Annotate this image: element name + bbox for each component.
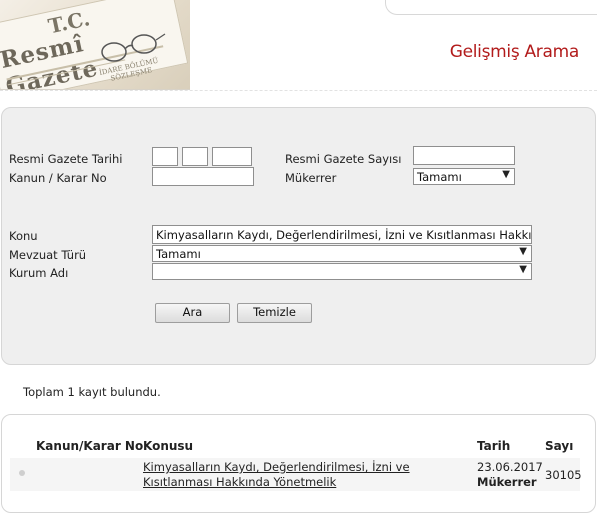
date-year-input[interactable]	[212, 147, 252, 166]
gazete-tarihi-label: Resmi Gazete Tarihi	[9, 152, 123, 166]
chevron-down-icon: ▼	[519, 264, 527, 275]
konu-label: Konu	[9, 229, 38, 243]
result-sayi: 30105	[545, 468, 582, 482]
result-title-link[interactable]: Kimyasalların Kaydı, Değerlendirilmesi, …	[143, 460, 468, 490]
column-header-kanun-karar-no: Kanun/Karar No	[36, 439, 144, 453]
kurum-adi-select[interactable]: ▼	[152, 263, 532, 280]
column-header-tarih: Tarih	[477, 439, 511, 453]
mevzuat-turu-select[interactable]: Tamamı ▼	[152, 245, 532, 262]
date-day-input[interactable]	[152, 147, 178, 166]
page-header: T.C. Resmî Gazete İDARE BÖLÜMÜ SÖZLEŞME …	[0, 0, 597, 90]
header-divider	[0, 90, 597, 91]
search-button[interactable]: Ara	[155, 303, 230, 323]
column-header-sayi: Sayı	[545, 439, 574, 453]
chevron-down-icon: ▼	[502, 169, 510, 180]
kanun-karar-no-input[interactable]	[152, 167, 254, 186]
result-date: 23.06.2017	[477, 460, 543, 474]
page-title: Gelişmiş Arama	[449, 42, 580, 62]
kanun-karar-no-label: Kanun / Karar No	[9, 171, 107, 185]
clear-button[interactable]: Temizle	[237, 303, 312, 323]
mukerrer-label: Mükerrer	[285, 171, 337, 185]
konu-input[interactable]: Kimyasalların Kaydı, Değerlendirilmesi, …	[152, 225, 532, 244]
result-count-text: Toplam 1 kayıt bulundu.	[23, 385, 161, 399]
gazete-sayisi-label: Resmi Gazete Sayısı	[285, 152, 402, 166]
glasses-icon	[101, 33, 166, 62]
mevzuat-turu-select-value: Tamamı	[156, 247, 201, 261]
chevron-down-icon: ▼	[519, 246, 527, 257]
mukerrer-select[interactable]: Tamamı ▼	[413, 168, 515, 185]
header-tab-decoration	[385, 0, 597, 15]
column-header-konusu: Konusu	[143, 439, 194, 453]
mevzuat-turu-label: Mevzuat Türü	[9, 248, 87, 262]
date-month-input[interactable]	[182, 147, 208, 166]
row-bullet-icon	[19, 470, 25, 476]
kurum-adi-label: Kurum Adı	[9, 266, 69, 280]
gazete-sayisi-input[interactable]	[413, 146, 515, 165]
resmi-gazete-banner-image: T.C. Resmî Gazete İDARE BÖLÜMÜ SÖZLEŞME	[0, 0, 190, 90]
result-mukerrer-note: Mükerrer	[477, 475, 537, 489]
mukerrer-select-value: Tamamı	[417, 170, 462, 184]
